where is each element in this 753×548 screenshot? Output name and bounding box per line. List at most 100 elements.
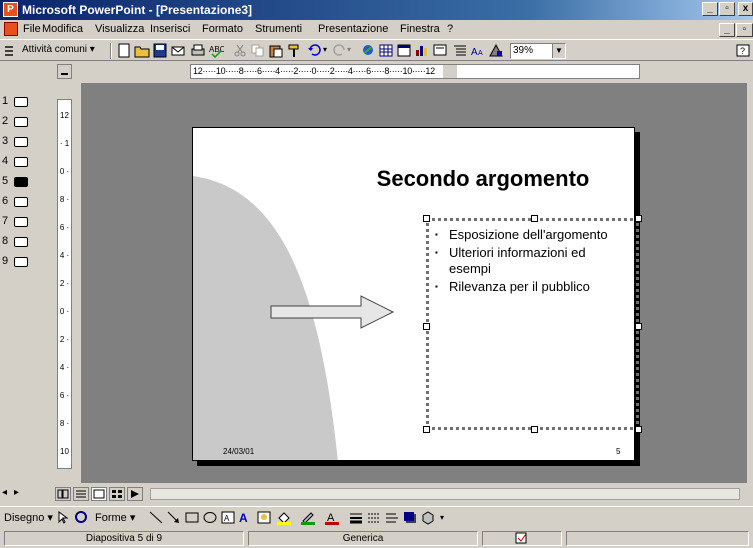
resize-handle[interactable] [531, 215, 538, 222]
resize-handle[interactable] [423, 426, 430, 433]
disegno-menu-button[interactable]: Disegno ▾ [4, 511, 53, 524]
save-icon[interactable] [152, 43, 168, 58]
clipart-icon[interactable] [256, 510, 272, 525]
scroll-left-icon[interactable]: ◂ [2, 487, 7, 498]
line-color-icon[interactable] [300, 510, 316, 525]
close-button[interactable]: x [738, 2, 753, 16]
menu-formato[interactable]: Formato [202, 23, 243, 35]
cut-icon[interactable] [232, 43, 248, 58]
wordart-icon[interactable]: A [238, 510, 254, 525]
3d-icon[interactable] [420, 510, 436, 525]
resize-handle[interactable] [423, 323, 430, 330]
resize-handle[interactable] [635, 426, 642, 433]
ruler-ticks: 12 · 10 · 8 · 6 · 4 · 2 · 0 · 2 · 4 · 6 … [59, 111, 70, 456]
horizontal-scrollbar[interactable] [150, 488, 740, 500]
bullet-item[interactable]: ▪ Esposizione dell'argomento [429, 227, 629, 243]
slide-icon [14, 137, 28, 147]
redo-icon[interactable] [331, 43, 347, 58]
text-placeholder[interactable]: ▪ Esposizione dell'argomento ▪ Ulteriori i… [423, 215, 642, 433]
slide-page-number: 5 [616, 447, 621, 456]
rectangle-icon[interactable] [184, 510, 200, 525]
resize-handle[interactable] [635, 215, 642, 222]
menu-file[interactable]: File [23, 23, 41, 35]
slide-title[interactable]: Secondo argomento [338, 166, 628, 192]
new-slide-icon[interactable] [432, 43, 448, 58]
doc-minimize-button[interactable]: _ [719, 23, 735, 37]
slide-view-button[interactable] [91, 487, 107, 501]
ellipse-icon[interactable] [202, 510, 218, 525]
paste-icon[interactable] [268, 43, 284, 58]
hyperlink-icon[interactable] [360, 43, 376, 58]
spelling-icon[interactable]: ABC [208, 43, 226, 59]
grayscale-icon[interactable] [488, 43, 504, 58]
copy-icon[interactable] [250, 43, 266, 58]
scroll-right-icon[interactable]: ▸ [14, 487, 19, 498]
help-icon[interactable]: ? [735, 43, 751, 58]
email-icon[interactable] [170, 43, 186, 58]
line-style-icon[interactable] [348, 510, 364, 525]
expand-all-icon[interactable] [452, 43, 468, 58]
forme-menu-button[interactable]: Forme ▾ [95, 511, 135, 524]
open-icon[interactable] [134, 43, 150, 58]
document-icon[interactable] [4, 22, 18, 36]
svg-text:A: A [478, 50, 483, 57]
menu-help[interactable]: ? [447, 23, 453, 35]
shadow-icon[interactable] [402, 510, 418, 525]
resize-handle[interactable] [531, 426, 538, 433]
resize-handle[interactable] [423, 215, 430, 222]
slide-date: 24/03/01 [223, 447, 255, 456]
menu-strumenti[interactable]: Strumenti [255, 23, 302, 35]
show-formatting-icon[interactable]: AA [470, 43, 486, 58]
powerpoint-app-icon[interactable]: P [3, 2, 18, 17]
minimize-button[interactable]: _ [702, 2, 718, 16]
insert-chart-icon[interactable] [414, 43, 430, 58]
vertical-scrollbar[interactable] [746, 83, 753, 483]
zoom-dropdown-icon[interactable]: ▼ [552, 44, 565, 58]
slide-sorter-button[interactable] [109, 487, 125, 501]
vertical-ruler[interactable]: 12 · 10 · 8 · 6 · 4 · 2 · 0 · 2 · 4 · 6 … [57, 99, 72, 469]
menu-bar: File Modifica Visualizza Inserisci Forma… [0, 20, 753, 39]
zoom-select[interactable]: 39% ▼ [510, 43, 566, 59]
resize-handle[interactable] [635, 323, 642, 330]
menu-visualizza[interactable]: Visualizza [95, 23, 144, 35]
bullet-item[interactable]: ▪ Rilevanza per il pubblico [429, 279, 629, 295]
menu-modifica[interactable]: Modifica [42, 23, 83, 35]
menu-presentazione[interactable]: Presentazione [318, 23, 388, 35]
insert-table-icon[interactable] [396, 43, 412, 58]
arrow-icon[interactable] [166, 510, 182, 525]
text-box-icon[interactable]: A [220, 510, 236, 525]
indent-marker-icon[interactable] [443, 65, 457, 78]
line-icon[interactable] [148, 510, 164, 525]
select-objects-icon[interactable] [55, 510, 71, 525]
status-bar: Diapositiva 5 di 9 Generica [0, 530, 753, 547]
menu-inserisci[interactable]: Inserisci [150, 23, 190, 35]
toolbar-handle-icon[interactable] [3, 43, 15, 58]
svg-text:A: A [239, 511, 248, 525]
menu-finestra[interactable]: Finestra [400, 23, 440, 35]
undo-dropdown-icon[interactable]: ▾ [323, 45, 327, 54]
doc-maximize-button[interactable]: ▫ [736, 23, 753, 37]
bullet-item[interactable]: ▪ Ulteriori informazioni ed esempi [429, 245, 629, 277]
font-color-icon[interactable]: A [324, 510, 340, 525]
ruler-corner[interactable] [57, 64, 72, 79]
maximize-button[interactable]: ▫ [719, 2, 735, 16]
undo-icon[interactable] [307, 43, 323, 58]
slide-show-button[interactable] [127, 487, 143, 501]
toolbar-options-icon[interactable]: ▾ [440, 513, 444, 522]
print-icon[interactable] [190, 43, 206, 58]
horizontal-ruler[interactable]: 12·····10·····8·····6·····4·····2·····0·… [190, 64, 640, 79]
fill-color-icon[interactable] [276, 510, 292, 525]
arrow-style-icon[interactable] [384, 510, 400, 525]
slide-icon [14, 217, 28, 227]
redo-dropdown-icon[interactable]: ▾ [347, 45, 351, 54]
dash-style-icon[interactable] [366, 510, 382, 525]
new-icon[interactable] [116, 43, 132, 58]
outline-view-button[interactable] [73, 487, 89, 501]
common-tasks-button[interactable]: Attività comuni ▾ [22, 44, 95, 55]
free-rotate-icon[interactable] [73, 510, 89, 525]
outline-pane: 1 2 3 4 5 6 7 8 9 [0, 61, 52, 486]
normal-view-button[interactable] [55, 487, 71, 501]
drawing-toolbar: Disegno ▾ Forme ▾ A A A ▾ [0, 506, 753, 528]
tables-icon[interactable] [378, 43, 394, 58]
format-painter-icon[interactable] [286, 43, 302, 58]
